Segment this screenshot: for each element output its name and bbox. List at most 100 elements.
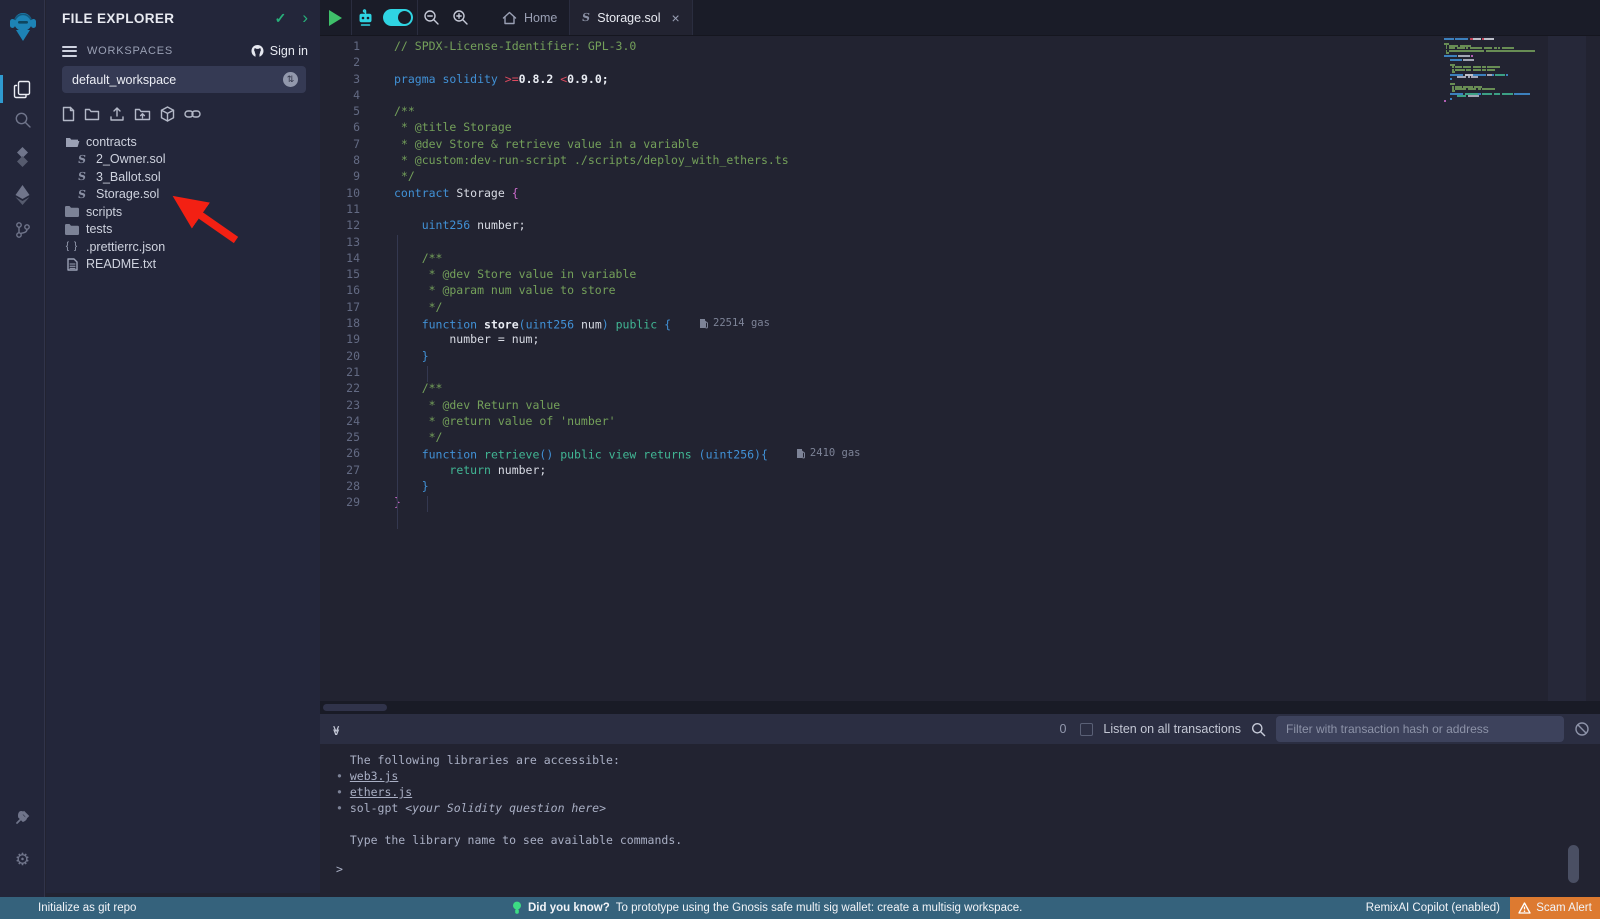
tree-item-label: 2_Owner.sol (96, 152, 165, 166)
tab-home[interactable]: Home (490, 0, 569, 35)
tree-item-label: contracts (86, 135, 137, 149)
solidity-icon: S (74, 170, 90, 183)
lightbulb-icon (512, 901, 522, 915)
copilot-status[interactable]: RemixAI Copilot (enabled) (1366, 902, 1500, 914)
new-folder-button[interactable] (84, 105, 100, 123)
horizontal-scrollbar-thumb[interactable] (323, 704, 387, 711)
tree-item-contracts[interactable]: contracts (46, 133, 320, 151)
zoom-out-icon[interactable] (423, 9, 440, 26)
terminal-link[interactable]: web3.js (350, 769, 398, 783)
file-tree: contractsS2_Owner.solS3_Ballot.solSStora… (46, 133, 320, 273)
terminal-header: >> 0 Listen on all transactions (320, 714, 1600, 744)
listen-transactions-label: Listen on all transactions (1103, 722, 1241, 736)
code-line-18: function store(uint256 num) public {2251… (394, 315, 1440, 331)
tree-item-tests[interactable]: tests (46, 221, 320, 239)
close-tab-icon[interactable]: × (672, 10, 680, 26)
minimap[interactable] (1444, 36, 1548, 102)
link-button[interactable] (184, 105, 201, 123)
home-icon (502, 11, 517, 25)
sidebar-item-plugin-manager[interactable] (0, 800, 45, 834)
workspace-selected-value: default_workspace (72, 73, 176, 87)
tree-item-label: 3_Ballot.sol (96, 170, 161, 184)
code-line-4 (394, 87, 1440, 103)
gas-estimate-badge: 2410 gas (796, 445, 861, 461)
sidebar-item-search[interactable] (0, 103, 45, 137)
tab-storage-sol[interactable]: S Storage.sol × (569, 0, 692, 35)
plug-icon (13, 808, 32, 827)
remix-ide-window: ⚙ FILE EXPLORER ✓ › WORKSPACES Sign in d… (0, 0, 1600, 919)
code-line-1: // SPDX-License-Identifier: GPL-3.0 (394, 38, 1440, 54)
file-explorer-header: FILE EXPLORER ✓ › (46, 0, 320, 36)
code-line-29: } (394, 494, 1440, 510)
terminal-prompt[interactable]: > (336, 862, 1600, 876)
tree-item-readme-txt[interactable]: README.txt (46, 256, 320, 274)
tree-item-scripts[interactable]: scripts (46, 203, 320, 221)
tip-bold-label: Did you know? (528, 902, 610, 914)
solidity-icon: S (74, 188, 90, 201)
run-zone (320, 0, 352, 35)
code-line-2 (394, 54, 1440, 70)
scam-alert-button[interactable]: Scam Alert (1510, 897, 1600, 919)
terminal-output[interactable]: The following libraries are accessible:•… (320, 744, 1600, 897)
terminal-collapse-icon[interactable]: >> (329, 726, 341, 733)
upload-folder-button[interactable] (134, 105, 151, 123)
git-init-button[interactable]: Initialize as git repo (38, 902, 136, 914)
terminal-lines: The following libraries are accessible:•… (336, 752, 1600, 848)
code-line-13 (394, 234, 1440, 250)
terminal-line: • web3.js (336, 768, 1600, 784)
code-line-27: return number; (394, 462, 1440, 478)
upload-file-button[interactable] (109, 105, 125, 123)
workspace-select[interactable]: default_workspace ⇅ (62, 66, 306, 93)
zoom-in-icon[interactable] (452, 9, 469, 26)
terminal-link[interactable]: ethers.js (350, 785, 412, 799)
tree-item-2-owner-sol[interactable]: S2_Owner.sol (46, 151, 320, 169)
tree-item-label: tests (86, 222, 112, 236)
tree-item--prettierrc-json[interactable]: { }.prettierrc.json (46, 238, 320, 256)
indent-guide (397, 235, 398, 529)
code-line-8: * @custom:dev-run-script ./scripts/deplo… (394, 152, 1440, 168)
sidebar-item-file-explorer[interactable] (0, 72, 45, 106)
terminal-controls: 0 Listen on all transactions (1059, 716, 1600, 742)
accept-check-icon[interactable]: ✓ (275, 10, 287, 27)
tree-item-label: .prettierrc.json (86, 240, 165, 254)
transaction-filter-input[interactable] (1276, 716, 1564, 742)
tree-item-storage-sol[interactable]: SStorage.sol (46, 186, 320, 204)
remix-logo[interactable] (0, 8, 45, 44)
workspaces-menu-icon[interactable] (62, 43, 77, 59)
tree-item-3-ballot-sol[interactable]: S 3_Ballot.sol (46, 168, 320, 186)
box-button[interactable] (160, 105, 175, 123)
code-line-11 (394, 201, 1440, 217)
transaction-count-badge: 0 (1059, 722, 1066, 736)
sidebar-item-solidity-compiler[interactable] (0, 140, 45, 174)
code-line-28: } (394, 478, 1440, 494)
did-you-know-tip: Did you know? To prototype using the Gno… (512, 901, 1022, 915)
run-script-button[interactable] (329, 10, 342, 26)
code-line-19: number = num; (394, 331, 1440, 347)
terminal-scrollbar-thumb[interactable] (1568, 845, 1579, 883)
sidebar-item-settings[interactable]: ⚙ (0, 843, 45, 877)
terminal-line: • sol-gpt <your Solidity question here> (336, 800, 1600, 816)
sidebar-item-git[interactable] (0, 213, 45, 247)
zoom-zone (418, 0, 474, 35)
github-icon (250, 44, 265, 58)
terminal-line (336, 816, 1600, 832)
gas-estimate-badge: 22514 gas (699, 315, 770, 331)
ai-assistant-robot-icon[interactable] (356, 9, 375, 27)
file-explorer-panel: FILE EXPLORER ✓ › WORKSPACES Sign in def… (46, 0, 320, 893)
new-file-button[interactable] (62, 105, 75, 123)
clear-filter-icon[interactable] (1574, 721, 1590, 737)
tree-item-label: README.txt (86, 257, 156, 271)
folder-open-icon (64, 136, 80, 148)
terminal-search-icon[interactable] (1251, 722, 1266, 737)
sidebar-item-deploy-run[interactable] (0, 178, 45, 212)
code-editor[interactable]: 1234567891011121314151617181920212223242… (320, 36, 1600, 701)
git-branch-icon (14, 221, 32, 239)
file-text-icon (64, 258, 80, 271)
sign-in-button[interactable]: Sign in (250, 44, 308, 58)
expand-chevron-icon[interactable]: › (302, 11, 308, 25)
listen-transactions-checkbox[interactable] (1080, 723, 1093, 736)
code-line-17: */ (394, 299, 1440, 315)
editor-scrollbar-track[interactable] (1548, 36, 1586, 701)
ai-copilot-toggle[interactable] (383, 9, 413, 26)
line-number-gutter: 1234567891011121314151617181920212223242… (320, 38, 372, 511)
